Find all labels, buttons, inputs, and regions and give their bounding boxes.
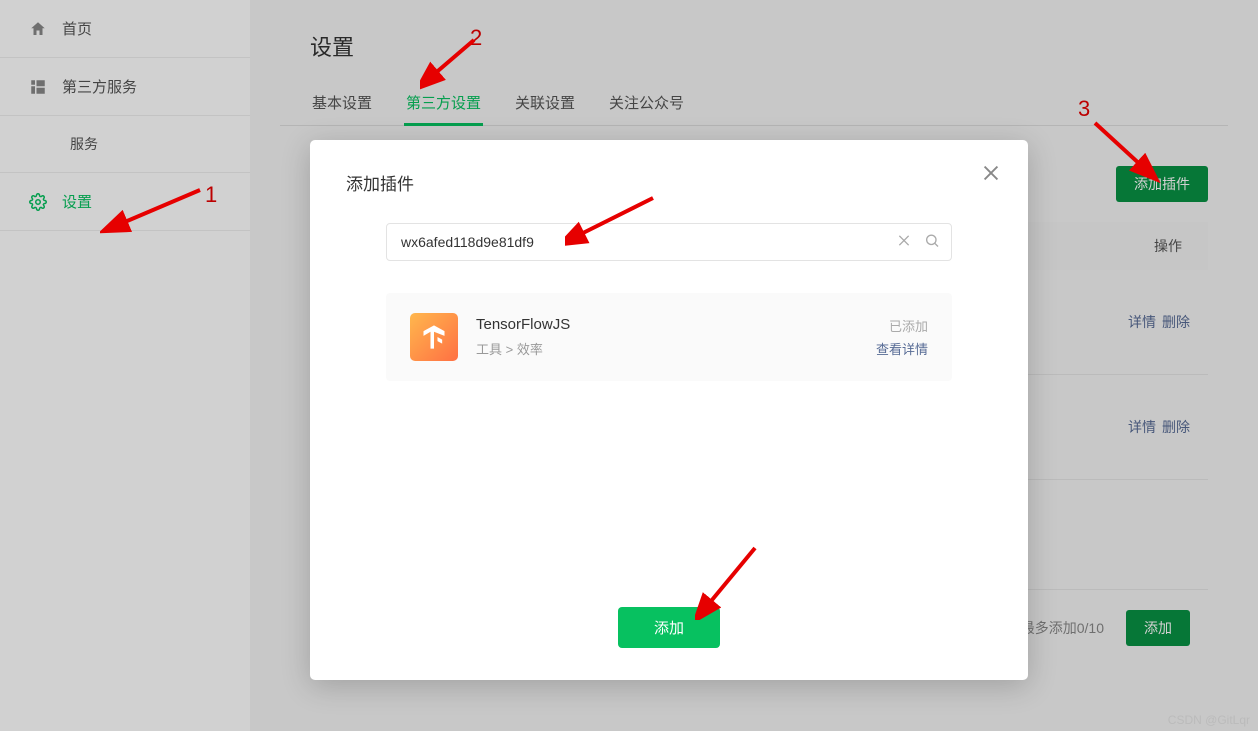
modal-add-button[interactable]: 添加 [618, 607, 720, 648]
plugin-status: 已添加 查看详情 [876, 316, 928, 358]
watermark: CSDN @GitLqr [1168, 713, 1250, 727]
plugin-info: TensorFlowJS 工具 > 效率 [476, 316, 570, 358]
tensorflow-icon [410, 313, 458, 361]
search-result[interactable]: TensorFlowJS 工具 > 效率 已添加 查看详情 [386, 293, 952, 381]
add-plugin-modal: 添加插件 TensorFlowJS 工具 > 效率 已添加 查看详情 添加 [310, 140, 1028, 680]
close-icon[interactable] [980, 162, 1002, 187]
plugin-category: 工具 > 效率 [476, 339, 570, 358]
added-label: 已添加 [876, 316, 928, 335]
search-wrap [386, 223, 952, 261]
clear-icon[interactable] [896, 233, 912, 252]
plugin-name: TensorFlowJS [476, 316, 570, 333]
view-detail-link[interactable]: 查看详情 [876, 339, 928, 358]
modal-title: 添加插件 [346, 170, 992, 195]
search-input[interactable] [386, 223, 952, 261]
search-icon[interactable] [924, 233, 940, 252]
